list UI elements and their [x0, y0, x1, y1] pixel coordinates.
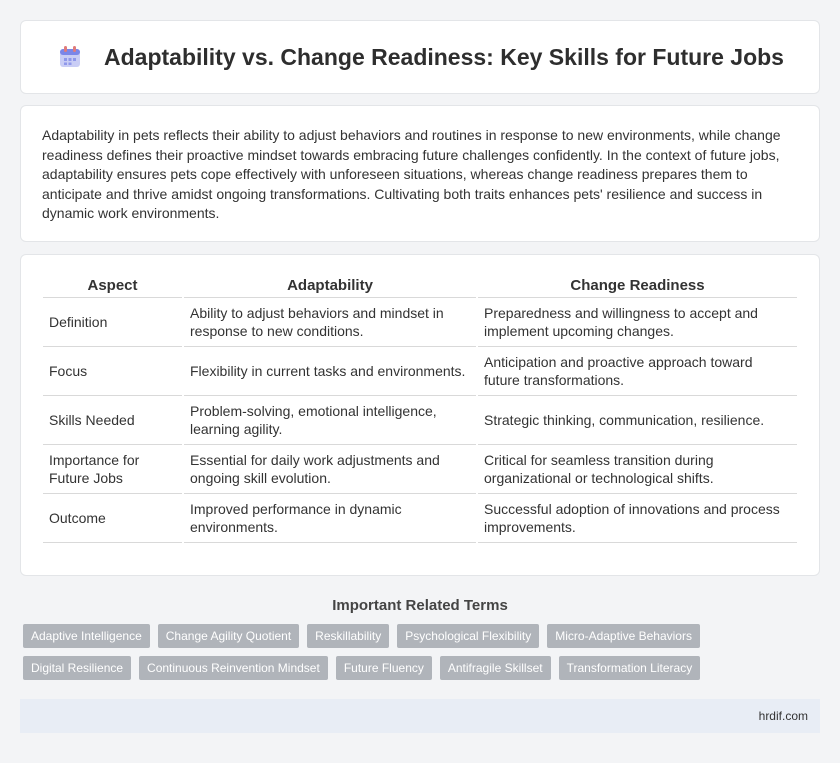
related-term-tag[interactable]: Future Fluency	[335, 656, 432, 680]
calendar-icon	[56, 43, 84, 71]
related-terms-list: Adaptive Intelligence Change Agility Quo…	[20, 624, 820, 688]
related-term-tag[interactable]: Digital Resilience	[23, 656, 132, 680]
related-terms-title: Important Related Terms	[332, 597, 508, 614]
header-card: Adaptability vs. Change Readiness: Key S…	[20, 20, 820, 94]
header-change-readiness: Change Readiness	[478, 271, 797, 298]
row-adaptability: Essential for daily work adjustments and…	[184, 445, 476, 494]
related-term-tag[interactable]: Continuous Reinvention Mindset	[139, 656, 328, 680]
table-row: Outcome Improved performance in dynamic …	[43, 494, 797, 543]
comparison-table-card: Aspect Adaptability Change Readiness Def…	[20, 254, 820, 576]
row-adaptability: Ability to adjust behaviors and mindset …	[184, 298, 476, 347]
table-row: Definition Ability to adjust behaviors a…	[43, 298, 797, 347]
row-adaptability: Improved performance in dynamic environm…	[184, 494, 476, 543]
row-change-readiness: Critical for seamless transition during …	[478, 445, 797, 494]
row-adaptability: Flexibility in current tasks and environ…	[184, 347, 476, 396]
comparison-table: Aspect Adaptability Change Readiness Def…	[41, 271, 799, 543]
related-term-tag[interactable]: Reskillability	[307, 624, 390, 648]
intro-text: Adaptability in pets reflects their abil…	[42, 127, 781, 222]
row-change-readiness: Strategic thinking, communication, resil…	[478, 396, 797, 445]
related-term-tag[interactable]: Adaptive Intelligence	[23, 624, 150, 648]
row-aspect: Skills Needed	[43, 396, 182, 445]
row-aspect: Definition	[43, 298, 182, 347]
footer: hrdif.com	[20, 699, 820, 733]
row-change-readiness: Preparedness and willingness to accept a…	[478, 298, 797, 347]
row-aspect: Importance for Future Jobs	[43, 445, 182, 494]
table-row: Importance for Future Jobs Essential for…	[43, 445, 797, 494]
row-adaptability: Problem-solving, emotional intelligence,…	[184, 396, 476, 445]
table-row: Focus Flexibility in current tasks and e…	[43, 347, 797, 396]
header-adaptability: Adaptability	[184, 271, 476, 298]
table-header-row: Aspect Adaptability Change Readiness	[43, 271, 797, 298]
related-term-tag[interactable]: Change Agility Quotient	[157, 624, 300, 648]
row-aspect: Focus	[43, 347, 182, 396]
row-change-readiness: Successful adoption of innovations and p…	[478, 494, 797, 543]
page-title: Adaptability vs. Change Readiness: Key S…	[104, 43, 784, 70]
related-term-tag[interactable]: Micro-Adaptive Behaviors	[547, 624, 700, 648]
intro-card: Adaptability in pets reflects their abil…	[20, 105, 820, 242]
related-term-tag[interactable]: Psychological Flexibility	[397, 624, 540, 648]
footer-site-link[interactable]: hrdif.com	[759, 709, 808, 723]
row-change-readiness: Anticipation and proactive approach towa…	[478, 347, 797, 396]
related-term-tag[interactable]: Transformation Literacy	[558, 656, 701, 680]
related-term-tag[interactable]: Antifragile Skillset	[439, 656, 551, 680]
row-aspect: Outcome	[43, 494, 182, 543]
header-aspect: Aspect	[43, 271, 182, 298]
table-row: Skills Needed Problem-solving, emotional…	[43, 396, 797, 445]
